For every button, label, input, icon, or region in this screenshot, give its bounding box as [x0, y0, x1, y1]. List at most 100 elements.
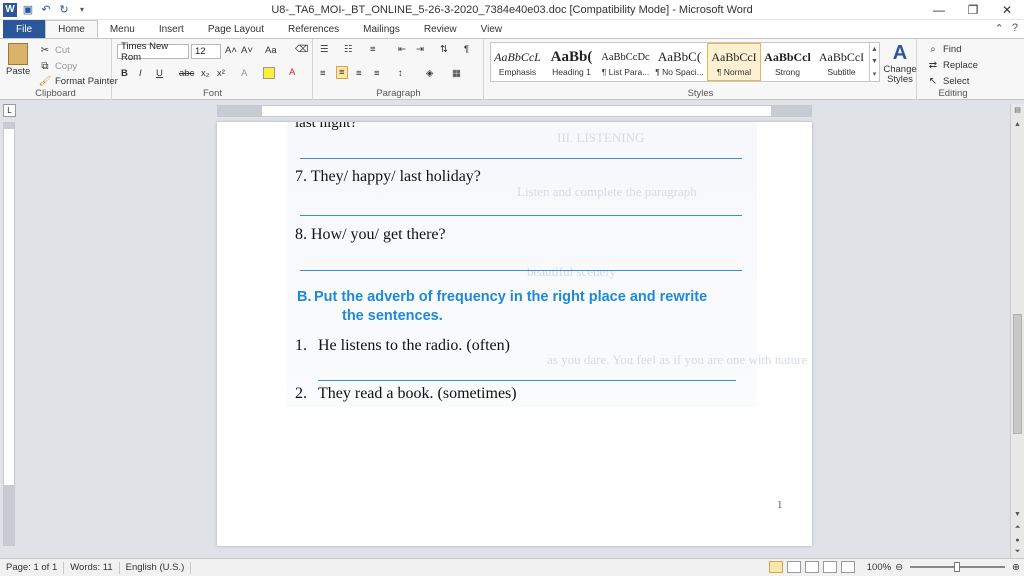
show-formatting-button[interactable]: ¶ [464, 44, 469, 55]
justify-icon[interactable]: ≡ [374, 68, 380, 79]
browse-object-icon[interactable]: ● [1011, 534, 1024, 546]
superscript-button[interactable]: x² [217, 68, 225, 79]
line-spacing-icon[interactable]: ↕ [398, 68, 403, 79]
numbering-icon[interactable]: ☷ [344, 44, 353, 55]
style-no-spacing[interactable]: AaBbC( ¶ No Spaci... [653, 43, 707, 81]
horizontal-ruler[interactable] [217, 105, 812, 117]
style-subtitle[interactable]: AaBbCcI Subtitle [815, 43, 869, 81]
grow-font-button[interactable]: A˄ [225, 45, 237, 56]
select-button[interactable]: ↖ Select [926, 74, 970, 88]
style-list-paragraph[interactable]: AaBbCcDc ¶ List Para... [599, 43, 653, 81]
align-right-icon[interactable]: ≡ [356, 68, 362, 79]
text-effects-button[interactable]: A [241, 68, 247, 79]
tab-mailings[interactable]: Mailings [351, 20, 412, 38]
styles-scroll[interactable]: ▲ ▼ ▾ [869, 43, 879, 81]
cut-button[interactable]: ✂ Cut [38, 43, 70, 57]
bold-button[interactable]: B [121, 68, 128, 79]
ribbon: Paste ✂ Cut ⧉ Copy 🖌 Format Painter Clipboa… [0, 38, 1024, 100]
zoom-slider-knob[interactable] [954, 562, 961, 572]
save-icon[interactable]: ▣ [21, 3, 35, 17]
language-indicator[interactable]: English (U.S.) [120, 561, 192, 574]
scrollbar-thumb[interactable] [1013, 314, 1022, 434]
full-screen-view-button[interactable] [786, 561, 801, 573]
style-heading-1[interactable]: AaBb( Heading 1 [545, 43, 599, 81]
tab-view[interactable]: View [469, 20, 515, 38]
tab-page-layout[interactable]: Page Layout [196, 20, 276, 38]
next-page-icon[interactable]: ⏷ [1011, 546, 1024, 558]
chevron-up-icon[interactable]: ▲ [871, 46, 878, 53]
word-logo-icon[interactable]: W [3, 2, 17, 17]
tab-insert[interactable]: Insert [147, 20, 196, 38]
scroll-down-icon[interactable]: ▼ [1011, 508, 1024, 520]
tab-review[interactable]: Review [412, 20, 469, 38]
find-button[interactable]: ⌕ Find [926, 42, 961, 56]
tab-references[interactable]: References [276, 20, 351, 38]
align-left-icon[interactable]: ≡ [320, 68, 326, 79]
font-size-select[interactable]: 12 [191, 44, 221, 59]
help-icon[interactable]: ? [1012, 22, 1018, 35]
maximize-button[interactable]: ❐ [956, 0, 990, 20]
strikethrough-button[interactable]: abc [179, 68, 194, 79]
answer-line[interactable] [318, 380, 736, 381]
print-layout-view-button[interactable] [768, 561, 783, 573]
align-center-icon[interactable]: ≡ [336, 66, 348, 79]
increase-indent-icon[interactable]: ⇥ [416, 44, 424, 55]
answer-line[interactable] [300, 215, 742, 216]
replace-button[interactable]: ⇄ Replace [926, 58, 978, 72]
decrease-indent-icon[interactable]: ⇤ [398, 44, 406, 55]
undo-icon[interactable]: ↶ [39, 3, 53, 17]
tab-home[interactable]: Home [45, 20, 98, 38]
style-emphasis[interactable]: AaBbCcL Emphasis [491, 43, 545, 81]
window-title: U8-_TA6_MOI-_BT_ONLINE_5-26-3-2020_7384e… [271, 4, 753, 16]
bleed-through-text: III. LISTENING [557, 130, 645, 145]
more-styles-icon[interactable]: ▾ [873, 70, 877, 78]
style-normal[interactable]: AaBbCcI ¶ Normal [707, 43, 761, 81]
borders-icon[interactable]: ▦ [452, 68, 461, 79]
copy-button[interactable]: ⧉ Copy [38, 59, 77, 73]
ruler-toggle-icon[interactable]: ▤ [1011, 104, 1024, 116]
document-page[interactable]: III. LISTENING Listen and complete the p… [217, 122, 812, 546]
shrink-font-button[interactable]: A˅ [241, 45, 253, 56]
underline-button[interactable]: U [156, 68, 163, 79]
highlight-icon[interactable] [263, 67, 275, 79]
redo-icon[interactable]: ↻ [57, 3, 71, 17]
outline-view-button[interactable] [822, 561, 837, 573]
format-painter-button[interactable]: 🖌 Format Painter [38, 74, 118, 88]
vertical-ruler[interactable] [3, 122, 15, 546]
multilevel-list-icon[interactable]: ≡ [370, 44, 376, 55]
answer-line[interactable] [300, 158, 742, 159]
sort-icon[interactable]: ⇅ [440, 44, 448, 55]
minimize-ribbon-icon[interactable]: ⌃ [995, 22, 1004, 35]
close-button[interactable]: ✕ [990, 0, 1024, 20]
bullets-icon[interactable]: ☰ [320, 44, 329, 55]
zoom-level[interactable]: 100% [867, 562, 891, 573]
style-strong[interactable]: AaBbCcl Strong [761, 43, 815, 81]
answer-line[interactable] [300, 270, 742, 271]
customize-qat-icon[interactable]: ▾ [75, 3, 89, 17]
web-layout-view-button[interactable] [804, 561, 819, 573]
chevron-down-icon[interactable]: ▼ [871, 58, 878, 65]
tab-selector[interactable]: L [3, 104, 16, 117]
previous-page-icon[interactable]: ⏶ [1011, 522, 1024, 534]
font-color-icon[interactable]: A [289, 67, 295, 78]
font-family-select[interactable]: Times New Rom [117, 41, 189, 63]
paste-button[interactable]: Paste [6, 43, 30, 77]
clear-formatting-icon[interactable]: ⌫ [295, 44, 308, 55]
page-count[interactable]: Page: 1 of 1 [0, 561, 65, 574]
shading-icon[interactable]: ◈ [426, 68, 433, 79]
change-styles-button[interactable]: A Change Styles [883, 42, 917, 85]
italic-button[interactable]: I [139, 68, 142, 79]
change-case-button[interactable]: Aa [265, 45, 277, 56]
draft-view-button[interactable] [840, 561, 855, 573]
word-count[interactable]: Words: 11 [64, 561, 120, 574]
zoom-slider[interactable] [910, 562, 1006, 572]
replace-icon: ⇄ [928, 59, 938, 71]
tab-menu[interactable]: Menu [98, 20, 147, 38]
zoom-in-icon[interactable]: ⊕ [1012, 562, 1020, 573]
subscript-button[interactable]: x₂ [201, 68, 209, 79]
scroll-up-icon[interactable]: ▲ [1011, 118, 1024, 130]
vertical-scrollbar[interactable]: ▤ ▲ ▼ ⏶ ● ⏷ [1010, 104, 1024, 558]
tab-file[interactable]: File [3, 20, 46, 38]
minimize-button[interactable]: — [922, 0, 956, 20]
zoom-out-icon[interactable]: ⊖ [895, 562, 903, 573]
